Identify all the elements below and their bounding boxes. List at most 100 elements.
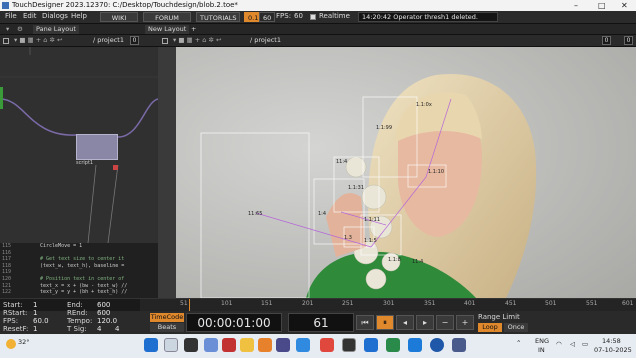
pane-options-icon-right[interactable]: ▾ ■ ▦ + ⌂ ✲ ↩ bbox=[173, 36, 221, 44]
overlay-label: 1.1:8 bbox=[388, 257, 401, 263]
timecode-button[interactable]: TimeCode bbox=[150, 313, 184, 322]
code-comment: # Position text in center of bbox=[40, 276, 125, 282]
code-comment: # Get text size to center it bbox=[40, 256, 125, 263]
timeline-tick: 51 bbox=[180, 300, 188, 307]
app-icon[interactable] bbox=[386, 338, 400, 352]
store-icon[interactable] bbox=[222, 338, 236, 352]
pane-type-icon-right[interactable] bbox=[162, 38, 168, 44]
tutorials-button[interactable]: TUTORIALS bbox=[196, 12, 240, 22]
step-back-icon[interactable]: ◂ bbox=[396, 315, 414, 330]
wiki-button[interactable]: WIKI bbox=[100, 12, 138, 22]
realtime-checkbox[interactable] bbox=[310, 14, 316, 20]
status-message: 14:20:42 Operator thresh1 deleted. bbox=[358, 12, 498, 22]
settings-icon[interactable]: ⚙ bbox=[14, 25, 26, 34]
app-icon[interactable] bbox=[276, 338, 290, 352]
volume-icon[interactable]: ◁ bbox=[570, 340, 575, 348]
start-label: Start: bbox=[3, 301, 23, 309]
language-bottom[interactable]: IN bbox=[538, 346, 545, 354]
dat-text-viewer[interactable]: 115 CircleMove = 1 116 117 # Get text size… bbox=[0, 243, 158, 298]
chevron-down-icon[interactable]: ▾ bbox=[3, 25, 12, 34]
rend-value[interactable]: 600 bbox=[97, 309, 110, 317]
clock-date[interactable]: 07-10-2025 bbox=[594, 346, 632, 354]
app-icon[interactable] bbox=[258, 338, 272, 352]
overlay-label: 1.1:11 bbox=[364, 217, 380, 223]
pane-layout-button[interactable]: Pane Layout bbox=[33, 25, 79, 34]
script-node[interactable] bbox=[76, 134, 118, 160]
timeline-tick: 601 bbox=[622, 300, 634, 307]
brave-icon[interactable] bbox=[320, 338, 334, 352]
timeline-tick: 351 bbox=[424, 300, 436, 307]
network-editor[interactable]: script1 bbox=[0, 47, 158, 243]
overlay-label: 1.1:10 bbox=[428, 169, 444, 175]
new-layout-button[interactable]: New Layout bbox=[145, 25, 190, 34]
task-view-icon[interactable] bbox=[184, 338, 198, 352]
timeline-tick: 401 bbox=[464, 300, 476, 307]
copilot-icon[interactable] bbox=[204, 338, 218, 352]
loop-button[interactable]: Loop bbox=[478, 323, 502, 332]
minus-icon[interactable]: − bbox=[436, 315, 454, 330]
file-explorer-icon[interactable] bbox=[240, 338, 254, 352]
wifi-icon[interactable]: ◠ bbox=[556, 340, 562, 348]
rewind-icon[interactable]: ⏮ bbox=[356, 315, 374, 330]
beats-button[interactable]: Beats bbox=[150, 323, 184, 332]
tempo-value[interactable]: 120.0 bbox=[97, 317, 117, 325]
rstart-value[interactable]: 1 bbox=[33, 309, 37, 317]
language-top[interactable]: ENG bbox=[535, 337, 549, 345]
pane-tab-row: ▾ ⚙ Pane Layout New Layout + bbox=[0, 24, 636, 35]
touchdesigner-icon[interactable] bbox=[342, 338, 356, 352]
pane-divider[interactable] bbox=[158, 47, 176, 298]
line-number: 122 bbox=[2, 289, 12, 296]
rend-label: REnd: bbox=[67, 309, 88, 317]
viewer-image bbox=[176, 47, 636, 298]
clock-time[interactable]: 14:58 bbox=[602, 337, 621, 345]
resetf-value[interactable]: 1 bbox=[33, 325, 37, 333]
overlay-label: 11:4 bbox=[336, 159, 348, 165]
line-number: 121 bbox=[2, 282, 12, 289]
start-menu-icon[interactable] bbox=[144, 338, 158, 352]
tsig-value-b[interactable]: 4 bbox=[115, 325, 119, 333]
weather-icon[interactable] bbox=[6, 339, 16, 349]
start-value[interactable]: 1 bbox=[33, 301, 37, 309]
node-flag-icon[interactable] bbox=[113, 165, 118, 170]
once-button[interactable]: Once bbox=[504, 323, 528, 332]
timecode-display[interactable]: 00:00:01:00 bbox=[186, 313, 282, 332]
close-icon[interactable]: ✕ bbox=[621, 0, 628, 11]
app-icon[interactable] bbox=[364, 338, 378, 352]
tray-overflow-icon[interactable]: ⌃ bbox=[516, 339, 521, 347]
add-layout-button[interactable]: + bbox=[188, 25, 199, 34]
timeline-tick: 551 bbox=[586, 300, 598, 307]
timeline-bar[interactable]: 51 101 151 201 251 301 351 401 451 501 5… bbox=[0, 298, 636, 311]
rstart-label: RStart: bbox=[3, 309, 28, 317]
pane-options-icon[interactable]: ▾ ■ ▦ + ⌂ ✲ ↩ bbox=[14, 36, 62, 44]
pane-type-icon[interactable] bbox=[3, 38, 9, 44]
code-line: CircleMove = 1 bbox=[40, 243, 83, 249]
forum-button[interactable]: FORUM bbox=[143, 12, 191, 22]
fps-value[interactable]: 60.0 bbox=[33, 317, 49, 325]
frame-display[interactable]: 61 bbox=[288, 313, 354, 332]
fps-target[interactable]: 60 bbox=[259, 12, 276, 22]
plus-icon[interactable]: + bbox=[456, 315, 474, 330]
menu-help[interactable]: Help bbox=[71, 12, 87, 20]
right-pane-counter-b: 0 bbox=[624, 36, 633, 45]
right-pane-path[interactable]: / project1 bbox=[250, 36, 281, 44]
pause-icon[interactable]: ⏸ bbox=[376, 315, 394, 330]
maximize-icon[interactable]: □ bbox=[598, 0, 606, 11]
timeline-tick: 101 bbox=[221, 300, 233, 307]
app-icon[interactable] bbox=[408, 338, 422, 352]
left-pane-path[interactable]: / project1 bbox=[93, 36, 124, 44]
menu-dialogs[interactable]: Dialogs bbox=[42, 12, 68, 20]
menu-file[interactable]: File bbox=[5, 12, 17, 20]
menu-edit[interactable]: Edit bbox=[23, 12, 37, 20]
step-forward-icon[interactable]: ▸ bbox=[416, 315, 434, 330]
battery-icon[interactable]: ▭ bbox=[582, 340, 588, 348]
resetf-label: ResetF: bbox=[3, 325, 29, 333]
end-value[interactable]: 600 bbox=[97, 301, 110, 309]
vscode-icon[interactable] bbox=[296, 338, 310, 352]
minimize-icon[interactable]: – bbox=[574, 0, 578, 11]
image-viewer[interactable]: 1.1:99 1.1:0x 11:4 1.1:31 11:65 1:4 1.1:… bbox=[176, 47, 636, 298]
hp-icon[interactable] bbox=[430, 338, 444, 352]
tsig-value-a[interactable]: 4 bbox=[97, 325, 101, 333]
search-icon[interactable] bbox=[164, 338, 178, 352]
playhead[interactable] bbox=[189, 299, 190, 311]
app-icon[interactable] bbox=[452, 338, 466, 352]
